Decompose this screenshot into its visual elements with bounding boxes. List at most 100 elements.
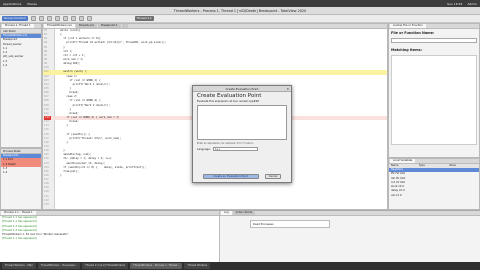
code-text: } [57,173,62,177]
out-button[interactable] [78,16,84,21]
code-text: break; [57,120,79,124]
code-text: { [57,33,62,37]
close-icon[interactable]: ✕ [286,86,289,92]
dialog-buttons: Create an Evaluation Point Cancel [193,174,291,179]
applications-menu[interactable]: Applications [3,2,21,6]
window-title-bar: ThreadWorkers - Process 1, Thread 1 [<ID… [0,7,480,15]
halt-button[interactable] [38,16,44,21]
line-number[interactable]: 133 [44,203,49,207]
tab-log[interactable]: Log [221,211,232,215]
tab-console[interactable]: Process 1.1 – thread 1 [1,211,36,215]
cancel-button[interactable]: Cancel [264,174,282,179]
code-text: printf("Work 2 done\n"); [57,103,111,107]
code-text: if (cnt % workers == 0){ [57,37,101,41]
process-state-row[interactable] [1,175,41,179]
code-text: int i; [57,49,73,53]
call-stack-row[interactable] [1,73,41,77]
col-value[interactable]: Value [449,164,456,168]
call-stack-list: ThreadWorkers (1) Breakpoint thread_work… [1,34,41,77]
editor-tab[interactable]: Breakpoint 1 [98,24,121,28]
code-text: } [57,45,65,49]
console-line[interactable] [0,250,219,254]
lookup-label: File or Function Name: [391,31,435,35]
action-points-area: Log Action Points Dead Processes [220,211,480,263]
variable-row[interactable]: val int 0 [389,194,479,198]
create-evaluation-point-button[interactable]: Create an Evaluation Point [202,174,259,179]
code-text: break; [57,91,79,95]
dead-processes-field[interactable]: Dead Processes [250,220,330,228]
language-label: Language: [197,147,211,151]
tab-action-points[interactable]: Action Points [232,211,256,215]
editor-tab[interactable]: ThreadWorkers.cxx [44,24,75,28]
process-state-panel: Process State Breakpoints 1.1 Exit 1.2 Dea… [0,148,42,210]
places-menu[interactable]: Places [27,2,37,6]
local-variables-panel: Local Variables Name Type Value Register… [388,158,480,210]
tab-process[interactable]: Process 1, Thread 1 [2,24,34,28]
matching-label: Matching Items: [391,48,422,52]
run-to-button[interactable] [86,16,92,21]
taskbar-item[interactable]: ThreadWorkers – Process 1, Thread... [130,263,183,269]
code-text: if (val == WORK_2) { [57,99,101,103]
expression-input[interactable] [197,105,287,140]
code-text: while (cond){ [57,29,81,32]
dialog-heading: Create Evaluation Point [197,93,262,99]
col-type[interactable]: Type [419,164,449,168]
language-row: Language: C++ [193,147,291,151]
code-text: } [57,107,72,111]
lookup-panel: Lookup File or Function File or Function… [388,23,480,158]
bottom-console-panel: Process 1.1 – thread 1 [Thread 1.1 has a… [0,210,480,263]
step-button[interactable] [70,16,76,21]
editor-tab[interactable]: threads.cxx [75,24,98,28]
action-tabbar: Log Action Points [220,211,480,216]
system-top-bar: Applications Places Sun 16:54 Admin [0,0,480,7]
taskbar-item[interactable]: Thread Workers [184,263,211,269]
code-text: switch (work) { [57,70,87,74]
restart-button[interactable] [54,16,60,21]
taskbar: Thread Workers – Mail ThreadWorkers – Dev… [0,262,480,270]
go-button[interactable] [30,16,36,21]
matching-list[interactable] [391,55,477,145]
code-text: cnt = cnt + 1; [57,53,86,57]
lookup-input[interactable] [391,38,477,43]
code-text: free(val); [57,169,79,173]
code-text: work_num = 1; [57,57,84,61]
code-text: delay(100); [57,62,81,66]
code-text: } [57,149,65,153]
clock: Sun 16:54 [447,1,463,6]
main-toolbar: Group (Control) Thread 1.1 [0,15,480,23]
code-text: if (val == WORK_3) { work_num = 3; [57,115,120,119]
expression-hint: Enter an expression, for example: if(i==… [197,142,254,145]
code-text: case 2: [57,95,78,99]
code-text: break; [57,111,79,115]
code-text: sendto(worker_id, delay); [57,161,106,165]
thread-selector[interactable]: Thread 1.1 [134,16,154,21]
code-text: } [57,124,68,128]
code-text: case 1: [57,74,78,78]
window-title: ThreadWorkers - Process 1, Thread 1 [<ID… [173,9,307,13]
call-stack-panel: Process 1, Thread 1 Call Stack ThreadWor… [0,23,42,148]
next-button[interactable] [62,16,68,21]
code-text: printf("Thread: %d\n", work_num); [57,136,122,140]
console-output[interactable]: Process 1.1 – thread 1 [Thread 1.1 has a… [0,211,220,263]
process-state-list: Breakpoints 1.1 Exit 1.2 Death 1.3 1.4 [1,154,41,180]
editor-tab[interactable] [121,24,128,28]
code-text: } [57,140,68,144]
taskbar-item[interactable]: ThreadWorkers – Developer... [37,263,81,269]
taskbar-item[interactable]: Thread Workers – Mail [2,263,36,269]
user-menu[interactable]: Admin [467,2,477,6]
code-text: if (sendto()) { [57,132,90,136]
console-lines: [Thread 1.1 has appeared] [Thread 1.2 has… [0,216,219,255]
taskbar-item[interactable]: Thread 2.1 [2.2] ThreadWorkers [82,263,129,269]
code-text: } [57,86,72,90]
dialog-title: Create Evaluation Point [225,87,259,91]
language-select[interactable]: C++ [212,147,258,151]
create-evaluation-point-dialog: Create Evaluation Point ✕ Create Evaluat… [192,85,292,183]
tab-lookup[interactable]: Lookup File or Function [390,24,426,28]
group-selector[interactable]: Group (Control) [2,16,28,21]
code-text: printf("Work 1 done\n"); [57,82,111,86]
code-line[interactable]: 133 [43,203,387,207]
kill-button[interactable] [46,16,52,21]
dialog-prompt: Evaluate this expression at line: worker… [197,100,259,103]
variables-list: Registers Ptr Fld 0x0 Val thr 0x0 cnt in… [389,168,479,198]
tab-local-variables[interactable]: Local Variables [390,159,416,163]
